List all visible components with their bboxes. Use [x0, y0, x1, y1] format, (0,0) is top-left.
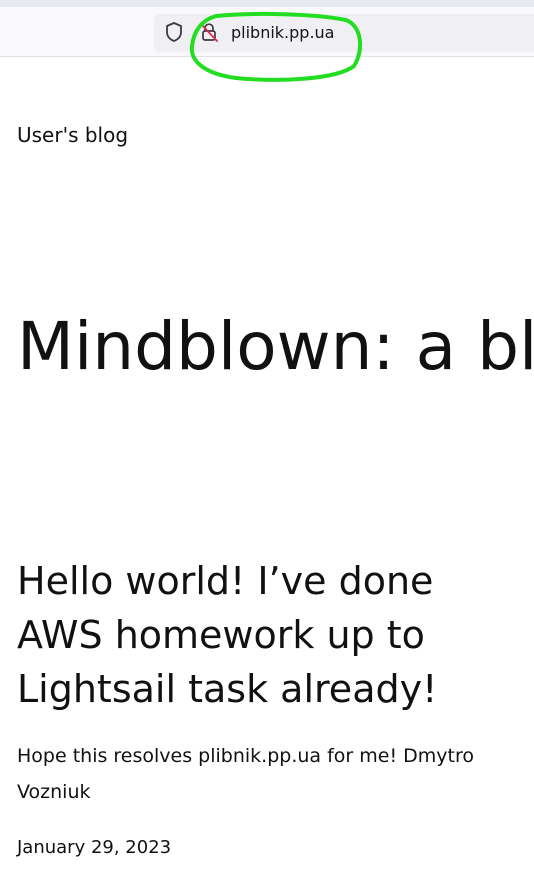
- site-title[interactable]: User's blog: [17, 122, 128, 148]
- post-title[interactable]: Hello world! I’ve done AWS homework up t…: [17, 554, 517, 716]
- shield-icon[interactable]: [164, 21, 184, 43]
- post-excerpt: Hope this resolves plibnik.pp.ua for me!…: [17, 745, 474, 803]
- url-text[interactable]: plibnik.pp.ua: [231, 23, 334, 43]
- post-date[interactable]: January 29, 2023: [17, 836, 171, 860]
- page-heading: Mindblown: a blog about philosophy.: [17, 308, 534, 385]
- tab-strip-edge: [0, 0, 534, 7]
- lock-slash-icon[interactable]: [198, 21, 220, 43]
- browser-toolbar: plibnik.pp.ua: [0, 0, 534, 57]
